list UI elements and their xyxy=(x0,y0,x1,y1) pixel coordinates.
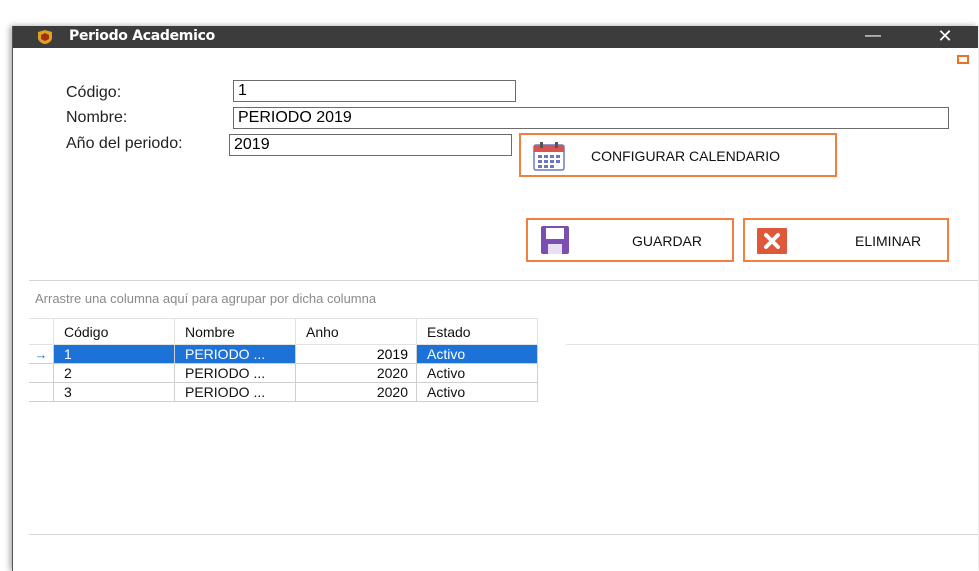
row-indicator xyxy=(29,363,54,383)
anio-periodo-field[interactable] xyxy=(229,134,512,156)
cell-anho[interactable]: 2020 xyxy=(295,382,417,402)
close-button[interactable]: ✕ xyxy=(925,26,965,48)
table-row[interactable]: → 1 PERIODO ... 2019 Activo xyxy=(29,344,538,364)
calendar-icon xyxy=(533,142,565,171)
configurar-calendario-label: CONFIGURAR CALENDARIO xyxy=(591,148,781,164)
eliminar-label: ELIMINAR xyxy=(855,233,922,249)
configurar-calendario-button[interactable]: CONFIGURAR CALENDARIO xyxy=(519,133,837,177)
guardar-button[interactable]: GUARDAR xyxy=(526,218,734,262)
codigo-label: Código: xyxy=(66,84,122,101)
periodos-grid[interactable]: Código Nombre Anho Estado → 1 PERIODO ..… xyxy=(29,318,538,402)
table-row[interactable]: 2 PERIODO ... 2020 Activo xyxy=(29,363,538,383)
minimize-button[interactable]: — xyxy=(853,26,893,48)
group-by-hint[interactable]: Arrastre una columna aquí para agrupar p… xyxy=(35,291,376,306)
cell-nombre[interactable]: PERIODO ... xyxy=(174,363,296,383)
periodo-academico-window: Periodo Academico — ✕ Código: Nombre: Añ… xyxy=(12,26,978,571)
column-header-estado[interactable]: Estado xyxy=(416,318,538,345)
codigo-field[interactable] xyxy=(233,80,516,102)
row-indicator-header xyxy=(29,318,54,345)
cell-estado[interactable]: Activo xyxy=(416,382,538,402)
window-title: Periodo Academico xyxy=(69,28,215,44)
grid-header-filler xyxy=(566,318,978,345)
cell-estado[interactable]: Activo xyxy=(416,344,538,364)
column-header-nombre[interactable]: Nombre xyxy=(174,318,296,345)
cell-nombre[interactable]: PERIODO ... xyxy=(174,344,296,364)
cell-anho[interactable]: 2020 xyxy=(295,363,417,383)
section-divider xyxy=(29,280,978,281)
table-row[interactable]: 3 PERIODO ... 2020 Activo xyxy=(29,382,538,402)
cell-codigo[interactable]: 2 xyxy=(53,363,175,383)
nombre-field[interactable] xyxy=(233,107,949,129)
cell-codigo[interactable]: 3 xyxy=(53,382,175,402)
nombre-label: Nombre: xyxy=(66,109,128,126)
eliminar-button[interactable]: ELIMINAR xyxy=(743,218,949,262)
row-indicator xyxy=(29,382,54,402)
column-header-anho[interactable]: Anho xyxy=(295,318,417,345)
column-header-codigo[interactable]: Código xyxy=(53,318,175,345)
current-row-indicator-icon: → xyxy=(29,344,54,364)
title-bar[interactable]: Periodo Academico — ✕ xyxy=(13,26,978,48)
save-icon xyxy=(541,226,569,254)
delete-icon xyxy=(757,228,787,254)
cell-estado[interactable]: Activo xyxy=(416,363,538,383)
resize-indicator-icon xyxy=(957,55,969,64)
cell-anho[interactable]: 2019 xyxy=(295,344,417,364)
app-logo-icon xyxy=(38,30,52,44)
guardar-label: GUARDAR xyxy=(632,233,703,249)
cell-nombre[interactable]: PERIODO ... xyxy=(174,382,296,402)
anio-periodo-label: Año del periodo: xyxy=(66,135,183,152)
grid-header-row: Código Nombre Anho Estado xyxy=(29,318,538,345)
grid-bottom-divider xyxy=(29,534,978,535)
cell-codigo[interactable]: 1 xyxy=(53,344,175,364)
